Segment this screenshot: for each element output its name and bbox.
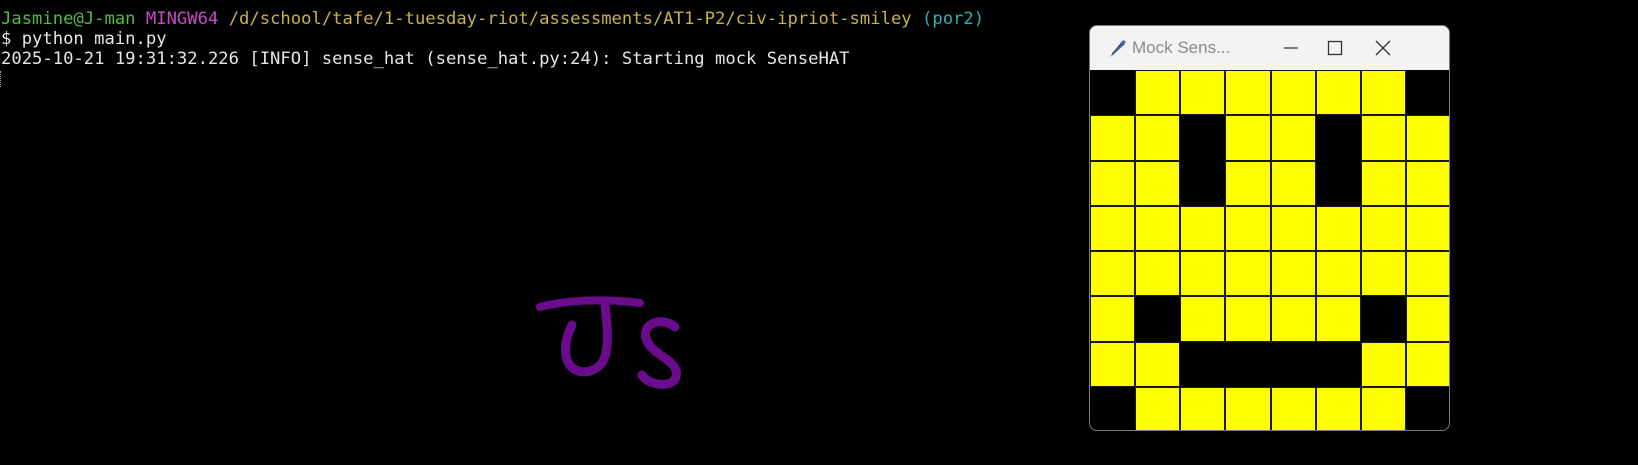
led-pixel [1405, 251, 1449, 297]
led-pixel [1405, 386, 1449, 430]
led-pixel [1135, 160, 1181, 206]
led-pixel [1225, 251, 1271, 297]
led-pixel [1090, 251, 1136, 297]
led-pixel [1135, 251, 1181, 297]
led-pixel [1225, 115, 1271, 161]
led-pixel [1225, 296, 1271, 342]
led-pixel [1090, 205, 1136, 251]
led-pixel [1090, 386, 1136, 430]
led-pixel [1180, 341, 1226, 387]
led-pixel [1270, 160, 1316, 206]
led-pixel [1090, 70, 1136, 116]
led-pixel [1225, 341, 1271, 387]
minimize-button[interactable] [1268, 26, 1314, 70]
led-pixel [1180, 251, 1226, 297]
led-pixel [1180, 296, 1226, 342]
terminal-log-line: 2025-10-21 19:31:32.226 [INFO] sense_hat… [1, 49, 850, 69]
window-titlebar[interactable]: Mock Sens... [1090, 26, 1449, 70]
led-pixel [1270, 115, 1316, 161]
led-pixel [1270, 341, 1316, 387]
led-pixel [1135, 70, 1181, 116]
led-pixel [1225, 386, 1271, 430]
led-pixel [1090, 296, 1136, 342]
led-pixel [1405, 115, 1449, 161]
led-pixel [1180, 160, 1226, 206]
led-pixel [1225, 205, 1271, 251]
led-pixel [1135, 115, 1181, 161]
led-pixel [1405, 160, 1449, 206]
led-pixel [1360, 70, 1406, 116]
feather-icon [1110, 40, 1126, 57]
led-pixel [1315, 160, 1361, 206]
led-pixel [1315, 70, 1361, 116]
maximize-icon [1327, 40, 1343, 56]
led-pixel [1180, 205, 1226, 251]
close-icon [1375, 40, 1391, 56]
led-pixel [1270, 70, 1316, 116]
led-pixel [1270, 386, 1316, 430]
led-pixel [1180, 386, 1226, 430]
minimize-icon [1284, 47, 1298, 49]
led-pixel [1405, 296, 1449, 342]
led-matrix [1090, 70, 1449, 430]
led-pixel [1315, 296, 1361, 342]
led-pixel [1405, 341, 1449, 387]
close-button[interactable] [1360, 26, 1406, 70]
led-pixel [1405, 70, 1449, 116]
led-pixel [1360, 115, 1406, 161]
led-pixel [1315, 386, 1361, 430]
led-pixel [1270, 296, 1316, 342]
led-pixel [1360, 205, 1406, 251]
prompt-path: /d/school/tafe/1-tuesday-riot/assessment… [228, 9, 912, 29]
led-pixel [1315, 115, 1361, 161]
led-pixel [1180, 115, 1226, 161]
maximize-button[interactable] [1312, 26, 1358, 70]
led-pixel [1270, 205, 1316, 251]
terminal-command-line: $ python main.py [1, 29, 167, 49]
led-pixel [1225, 70, 1271, 116]
prompt-shell: MINGW64 [145, 9, 219, 29]
led-pixel [1360, 251, 1406, 297]
mock-sensehat-window[interactable]: Mock Sens... [1089, 25, 1450, 431]
window-title: Mock Sens... [1132, 38, 1231, 57]
led-pixel [1315, 341, 1361, 387]
led-pixel [1315, 251, 1361, 297]
led-pixel [1270, 251, 1316, 297]
led-pixel [1360, 386, 1406, 430]
led-pixel [1360, 341, 1406, 387]
led-pixel [1135, 341, 1181, 387]
led-pixel [1090, 160, 1136, 206]
led-pixel [1090, 115, 1136, 161]
led-pixel [1360, 296, 1406, 342]
led-pixel [1360, 160, 1406, 206]
led-pixel [1225, 160, 1271, 206]
led-pixel [1405, 205, 1449, 251]
led-pixel [1135, 205, 1181, 251]
led-pixel [1135, 296, 1181, 342]
led-pixel [1135, 386, 1181, 430]
terminal-prompt-line: Jasmine@J-man MINGW64 /d/school/tafe/1-t… [1, 9, 984, 29]
prompt-branch: (por2) [922, 9, 985, 29]
led-pixel [1315, 205, 1361, 251]
terminal-cursor [0, 71, 3, 87]
prompt-user-host: Jasmine@J-man [1, 9, 136, 29]
handwritten-initials [536, 296, 681, 389]
led-pixel [1180, 70, 1226, 116]
led-pixel [1090, 341, 1136, 387]
